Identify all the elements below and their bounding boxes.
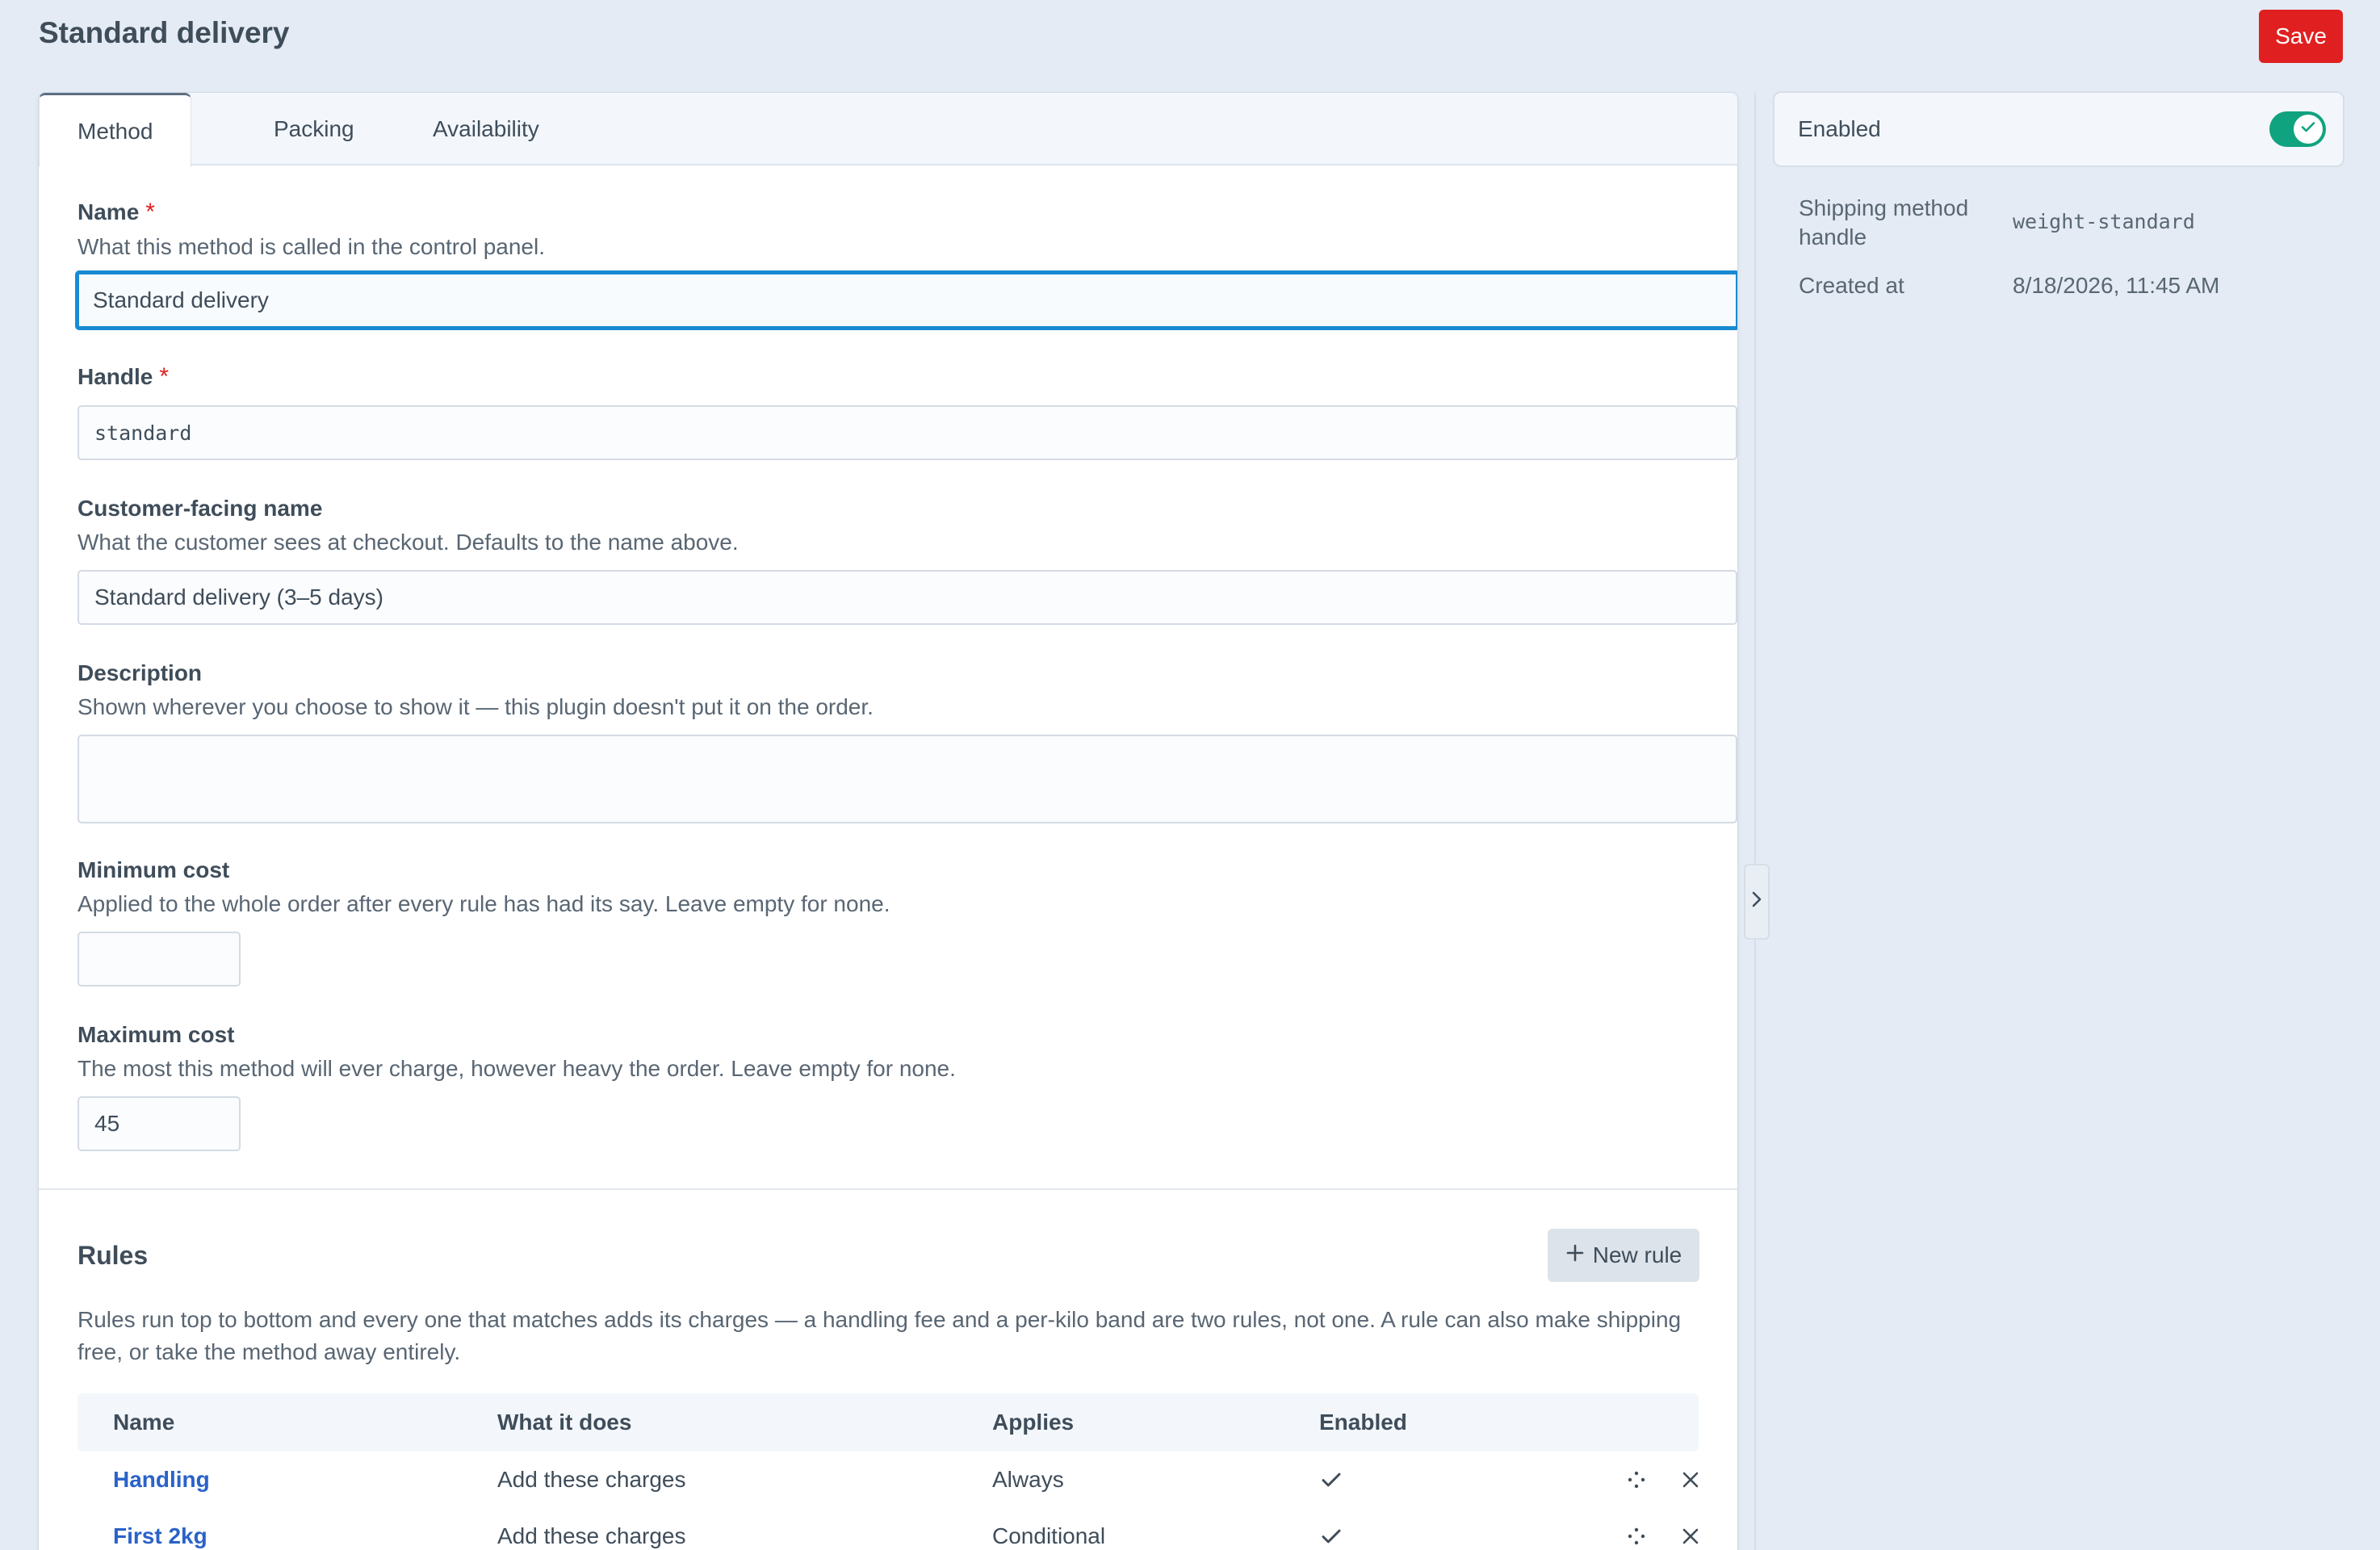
min-cost-input[interactable]: [78, 932, 241, 987]
check-icon: [2298, 116, 2318, 142]
description-field-group: Description Shown wherever you choose to…: [78, 660, 1699, 720]
customer-name-hint: What the customer sees at checkout. Defa…: [78, 530, 739, 555]
table-row: Handling Add these charges Always: [78, 1452, 1699, 1508]
rule-applies: Always: [992, 1467, 1064, 1492]
name-label: Name: [78, 199, 140, 224]
sidebar-divider: [1754, 93, 1756, 1550]
drag-move-icon[interactable]: [1628, 1508, 1645, 1550]
chevron-right-icon: [1749, 888, 1764, 916]
rule-name-link[interactable]: First 2kg: [113, 1523, 207, 1549]
handle-meta-value: weight-standard: [2013, 210, 2195, 233]
customer-name-label: Customer-facing name: [78, 496, 323, 521]
tab-bar: Method Packing Availability: [39, 93, 1737, 167]
required-asterisk-icon: *: [159, 363, 170, 390]
rules-title: Rules: [78, 1241, 149, 1270]
description-textarea[interactable]: [78, 735, 1737, 823]
table-row: First 2kg Add these charges Conditional: [78, 1508, 1699, 1550]
save-button[interactable]: Save: [2259, 10, 2343, 63]
required-asterisk-icon: *: [145, 199, 155, 225]
check-icon: [1319, 1508, 1343, 1550]
table-header: Name What it does Applies Enabled: [78, 1393, 1699, 1452]
tab-method[interactable]: Method: [39, 93, 192, 167]
new-rule-button[interactable]: New rule: [1548, 1229, 1699, 1282]
rule-applies: Conditional: [992, 1523, 1106, 1548]
plus-icon: [1565, 1242, 1585, 1268]
check-icon: [1319, 1452, 1343, 1508]
main-panel: Method Packing Availability Name * What …: [39, 93, 1737, 1550]
handle-label: Handle: [78, 364, 153, 389]
column-header-enabled: Enabled: [1319, 1410, 1407, 1435]
column-header-applies: Applies: [992, 1410, 1075, 1435]
min-cost-hint: Applied to the whole order after every r…: [78, 891, 890, 916]
min-cost-field-group: Minimum cost Applied to the whole order …: [78, 857, 1699, 917]
rules-description: Rules run top to bottom and every one th…: [78, 1307, 1682, 1364]
created-meta-label: Created at: [1799, 273, 1904, 298]
tab-availability[interactable]: Availability: [395, 93, 577, 165]
delete-icon[interactable]: [1681, 1452, 1700, 1508]
max-cost-field-group: Maximum cost The most this method will e…: [78, 1022, 1699, 1082]
enabled-toggle[interactable]: [2269, 111, 2326, 147]
sidebar-collapse-handle[interactable]: [1744, 864, 1770, 940]
handle-input[interactable]: standard: [78, 405, 1737, 460]
section-divider: [39, 1188, 1737, 1190]
enabled-card: Enabled: [1775, 93, 2343, 165]
rule-action: Add these charges: [497, 1523, 686, 1548]
name-field-group: Name * What this method is called in the…: [78, 199, 1699, 260]
handle-field-group: Handle *: [78, 363, 1699, 391]
drag-move-icon[interactable]: [1628, 1452, 1645, 1508]
name-hint: What this method is called in the contro…: [78, 234, 545, 259]
column-header-name: Name: [113, 1410, 175, 1435]
delete-icon[interactable]: [1681, 1508, 1700, 1550]
description-hint: Shown wherever you choose to show it — t…: [78, 694, 874, 719]
column-header-does: What it does: [497, 1410, 632, 1435]
tab-packing[interactable]: Packing: [236, 93, 392, 165]
max-cost-input[interactable]: 45: [78, 1096, 241, 1151]
page-title: Standard delivery: [39, 16, 290, 49]
customer-name-field-group: Customer-facing name What the customer s…: [78, 496, 1699, 555]
created-meta-value: 8/18/2026, 11:45 AM: [2013, 273, 2220, 298]
handle-meta-label: Shipping method handle: [1799, 195, 1969, 249]
min-cost-label: Minimum cost: [78, 857, 230, 882]
toggle-knob: [2294, 115, 2323, 144]
enabled-label: Enabled: [1798, 116, 1881, 141]
max-cost-hint: The most this method will ever charge, h…: [78, 1056, 956, 1081]
name-input[interactable]: Standard delivery: [75, 270, 1737, 330]
rules-table: Name What it does Applies Enabled Handli…: [78, 1393, 1699, 1550]
max-cost-label: Maximum cost: [78, 1022, 235, 1047]
rule-action: Add these charges: [497, 1467, 686, 1492]
description-label: Description: [78, 660, 203, 685]
rule-name-link[interactable]: Handling: [113, 1467, 210, 1493]
new-rule-label: New rule: [1592, 1242, 1682, 1267]
customer-name-input[interactable]: Standard delivery (3–5 days): [78, 570, 1737, 625]
